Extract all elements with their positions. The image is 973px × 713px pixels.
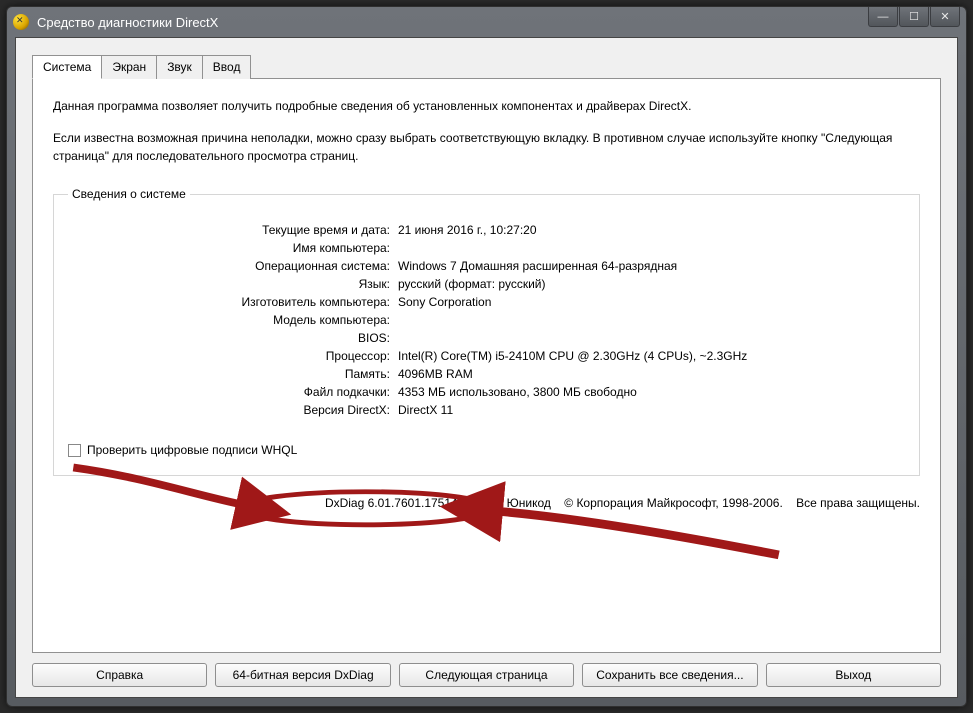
- help-button-label: Справка: [96, 668, 143, 682]
- tab-body: Данная программа позволяет получить подр…: [32, 78, 941, 653]
- run-64bit-button[interactable]: 64-битная версия DxDiag: [215, 663, 390, 687]
- tab-system[interactable]: Система: [32, 55, 102, 79]
- footer-rights: Все права защищены.: [796, 496, 920, 510]
- save-all-button-label: Сохранить все сведения...: [596, 668, 743, 682]
- exit-button-label: Выход: [835, 668, 871, 682]
- app-icon: [13, 14, 29, 30]
- maximize-icon: ☐: [909, 10, 919, 23]
- exit-button[interactable]: Выход: [766, 663, 941, 687]
- value-datetime: 21 июня 2016 г., 10:27:20: [398, 223, 905, 237]
- label-mem: Память:: [68, 367, 398, 381]
- maximize-button[interactable]: ☐: [899, 7, 929, 27]
- label-datetime: Текущие время и дата:: [68, 223, 398, 237]
- system-info-legend: Сведения о системе: [68, 187, 190, 201]
- next-page-button-label: Следующая страница: [425, 668, 547, 682]
- tab-system-label: Система: [43, 60, 91, 74]
- minimize-button[interactable]: —: [868, 7, 898, 27]
- value-lang: русский (формат: русский): [398, 277, 905, 291]
- tab-sound-label: Звук: [167, 60, 192, 74]
- help-button[interactable]: Справка: [32, 663, 207, 687]
- run-64bit-button-label: 64-битная версия DxDiag: [233, 668, 374, 682]
- intro-text: Данная программа позволяет получить подр…: [53, 97, 920, 179]
- label-lang: Язык:: [68, 277, 398, 291]
- label-model: Модель компьютера:: [68, 313, 398, 327]
- label-cpu: Процессор:: [68, 349, 398, 363]
- tab-sound[interactable]: Звук: [156, 55, 203, 79]
- whql-label: Проверить цифровые подписи WHQL: [87, 443, 297, 457]
- tab-input-label: Ввод: [213, 60, 241, 74]
- titlebar[interactable]: Средство диагностики DirectX — ☐ ✕: [7, 7, 966, 37]
- value-cpu: Intel(R) Core(TM) i5-2410M CPU @ 2.30GHz…: [398, 349, 905, 363]
- label-mfr: Изготовитель компьютера:: [68, 295, 398, 309]
- value-os: Windows 7 Домашняя расширенная 64-разряд…: [398, 259, 905, 273]
- close-button[interactable]: ✕: [930, 7, 960, 27]
- value-mfr: Sony Corporation: [398, 295, 905, 309]
- footer-version: DxDiag 6.01.7601.17514 32 бита Юникод: [325, 496, 551, 510]
- dxdiag-window: Средство диагностики DirectX — ☐ ✕ Систе…: [6, 6, 967, 707]
- value-swap: 4353 МБ использовано, 3800 МБ свободно: [398, 385, 905, 399]
- system-info-group: Сведения о системе Текущие время и дата:…: [53, 187, 920, 476]
- footer-line: DxDiag 6.01.7601.17514 32 бита Юникод © …: [53, 496, 920, 510]
- label-bios: BIOS:: [68, 331, 398, 345]
- close-icon: ✕: [940, 10, 949, 23]
- client-area: Система Экран Звук Ввод Данная программа…: [15, 37, 958, 698]
- next-page-button[interactable]: Следующая страница: [399, 663, 574, 687]
- label-swap: Файл подкачки:: [68, 385, 398, 399]
- value-mem: 4096MB RAM: [398, 367, 905, 381]
- label-dxver: Версия DirectX:: [68, 403, 398, 417]
- intro-p1: Данная программа позволяет получить подр…: [53, 97, 920, 115]
- intro-p2: Если известна возможная причина неполадк…: [53, 129, 920, 165]
- tabstrip: Система Экран Звук Ввод: [32, 54, 941, 78]
- button-row: Справка 64-битная версия DxDiag Следующа…: [32, 663, 941, 687]
- label-pcname: Имя компьютера:: [68, 241, 398, 255]
- tab-display-label: Экран: [112, 60, 146, 74]
- tab-input[interactable]: Ввод: [202, 55, 252, 79]
- save-all-button[interactable]: Сохранить все сведения...: [582, 663, 757, 687]
- tab-display[interactable]: Экран: [101, 55, 157, 79]
- label-os: Операционная система:: [68, 259, 398, 273]
- whql-checkbox[interactable]: [68, 444, 81, 457]
- window-title: Средство диагностики DirectX: [37, 15, 218, 30]
- footer-copyright: © Корпорация Майкрософт, 1998-2006.: [564, 496, 783, 510]
- minimize-icon: —: [878, 11, 889, 23]
- value-dxver: DirectX 11: [398, 403, 905, 417]
